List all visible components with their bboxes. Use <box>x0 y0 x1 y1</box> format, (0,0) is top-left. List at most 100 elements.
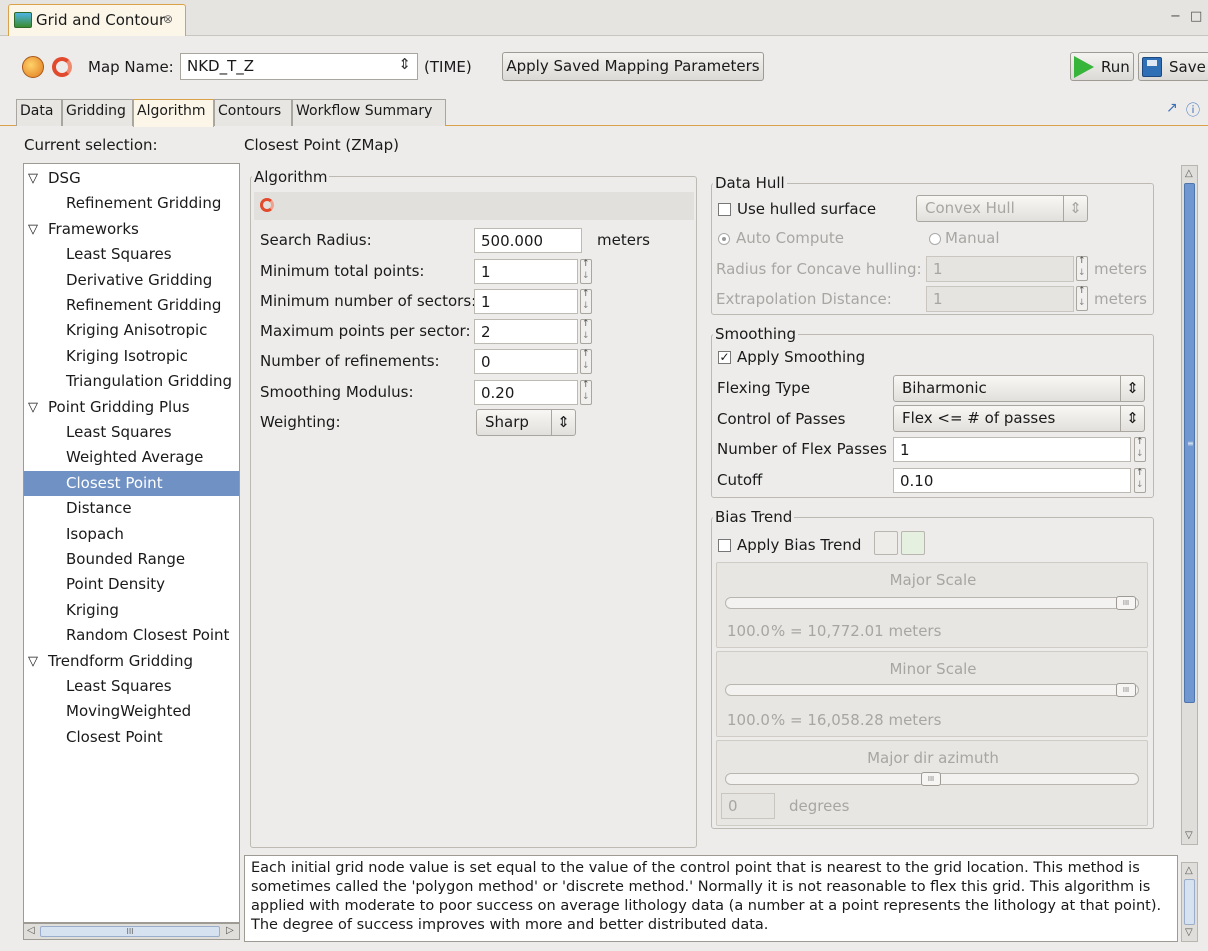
major-scale-slider[interactable]: III <box>725 596 1139 610</box>
tree-item[interactable]: Derivative Gridding <box>24 268 239 293</box>
smoothing-modulus-spinner[interactable] <box>580 380 592 405</box>
minor-scale-value[interactable]: 100.0 <box>721 708 770 734</box>
tree-category[interactable]: ▽ Trendform Gridding <box>24 649 239 674</box>
expand-toggle-icon[interactable]: ▽ <box>28 649 38 674</box>
panel-vertical-scrollbar[interactable]: △ ≡ ▽ <box>1181 165 1198 845</box>
cutoff-spinner[interactable] <box>1134 468 1146 493</box>
flexing-type-select[interactable]: Biharmonic ⇕ <box>893 375 1145 402</box>
auto-compute-radio[interactable] <box>718 233 730 245</box>
tab-algorithm[interactable]: Algorithm <box>133 99 214 127</box>
hull-type-select[interactable]: Convex Hull ⇕ <box>916 195 1088 222</box>
tree-item[interactable]: Closest Point <box>24 470 239 496</box>
weighting-select[interactable]: Sharp ⇕ <box>476 409 576 436</box>
map-name-combo[interactable]: NKD_T_Z ⇕ <box>180 53 418 80</box>
azimuth-slider[interactable]: III <box>725 772 1139 786</box>
scroll-thumb[interactable]: III <box>40 926 220 937</box>
extrapolation-spinner[interactable] <box>1076 286 1088 311</box>
tree-item[interactable]: Isopach <box>24 522 239 547</box>
current-selection-label: Current selection: <box>24 136 158 154</box>
scroll-left-icon[interactable]: ◁ <box>27 925 35 936</box>
expand-toggle-icon[interactable]: ▽ <box>28 217 38 242</box>
apply-smoothing-checkbox[interactable]: ✓ <box>718 351 731 364</box>
refinements-spinner[interactable] <box>580 349 592 374</box>
refresh-icon[interactable] <box>52 57 72 77</box>
search-radius-field[interactable]: 500.000 <box>474 228 582 253</box>
tab-workflow-summary[interactable]: Workflow Summary <box>292 99 446 126</box>
tab-contours[interactable]: Contours <box>214 99 292 126</box>
apply-saved-mapping-button[interactable]: Apply Saved Mapping Parameters <box>502 52 764 81</box>
flex-passes-field[interactable]: 1 <box>893 437 1131 462</box>
minimize-icon[interactable]: − <box>1170 9 1181 24</box>
azimuth-value[interactable]: 0 <box>721 793 775 819</box>
tree-item[interactable]: Bounded Range <box>24 547 239 572</box>
tree-item[interactable]: Point Density <box>24 572 239 597</box>
scroll-down-icon[interactable]: ▽ <box>1185 927 1193 938</box>
view-title: Grid and Contour <box>36 11 166 29</box>
tree-item[interactable]: Distance <box>24 496 239 521</box>
minor-scale-slider[interactable]: III <box>725 683 1139 697</box>
cutoff-field[interactable]: 0.10 <box>893 468 1131 493</box>
close-icon[interactable]: ⊗ <box>163 12 173 26</box>
extrapolation-field[interactable]: 1 <box>926 286 1074 312</box>
tree-category[interactable]: ▽ Point Gridding Plus <box>24 395 239 420</box>
flex-passes-spinner[interactable] <box>1134 437 1146 462</box>
trend-chart-icon[interactable] <box>901 531 925 555</box>
tree-item[interactable]: Least Squares <box>24 420 239 445</box>
max-per-sector-spinner[interactable] <box>580 319 592 344</box>
tree-horizontal-scrollbar[interactable]: ◁ III ▷ <box>23 923 240 940</box>
min-sectors-spinner[interactable] <box>580 289 592 314</box>
expand-toggle-icon[interactable]: ▽ <box>28 395 38 420</box>
control-passes-select[interactable]: Flex <= # of passes ⇕ <box>893 405 1145 432</box>
slider-handle[interactable]: III <box>921 772 941 786</box>
maximize-icon[interactable]: □ <box>1190 9 1202 24</box>
use-hulled-checkbox[interactable] <box>718 203 731 216</box>
tree-category[interactable]: ▽ Frameworks <box>24 217 239 242</box>
tree-item[interactable]: Least Squares <box>24 674 239 699</box>
tree-item[interactable]: Least Squares <box>24 242 239 267</box>
tree-item[interactable]: Kriging Isotropic <box>24 344 239 369</box>
concave-radius-field[interactable]: 1 <box>926 256 1074 282</box>
scroll-up-icon[interactable]: △ <box>1185 865 1193 876</box>
smoothing-modulus-field[interactable]: 0.20 <box>474 380 578 405</box>
scroll-right-icon[interactable]: ▷ <box>226 925 234 936</box>
max-per-sector-field[interactable]: 2 <box>474 319 578 344</box>
view-tab-grid-and-contour[interactable]: Grid and Contour ⊗ <box>8 4 186 36</box>
tree-item-label: Derivative Gridding <box>66 270 213 289</box>
run-button[interactable]: Run <box>1070 52 1134 81</box>
tree-item[interactable]: Refinement Gridding <box>24 293 239 318</box>
min-total-points-field[interactable]: 1 <box>474 259 578 284</box>
min-sectors-field[interactable]: 1 <box>474 289 578 314</box>
scroll-thumb[interactable]: ≡ <box>1184 183 1195 703</box>
tab-gridding[interactable]: Gridding <box>62 99 133 126</box>
reset-icon[interactable] <box>260 198 274 212</box>
scroll-down-icon[interactable]: ▽ <box>1185 830 1193 841</box>
scroll-thumb[interactable] <box>1184 879 1195 925</box>
description-scrollbar[interactable]: △ ▽ <box>1181 862 1198 942</box>
tree-item[interactable]: Weighted Average <box>24 445 239 470</box>
tree-item[interactable]: MovingWeighted <box>24 699 239 724</box>
settings-icon[interactable] <box>22 56 44 78</box>
min-total-points-spinner[interactable] <box>580 259 592 284</box>
tree-item[interactable]: Closest Point <box>24 725 239 750</box>
tree-item[interactable]: Random Closest Point <box>24 623 239 648</box>
manual-radio[interactable] <box>929 233 941 245</box>
scroll-up-icon[interactable]: △ <box>1185 168 1193 179</box>
tab-data[interactable]: Data <box>16 99 62 126</box>
slider-handle[interactable]: III <box>1116 596 1136 610</box>
tree-item-label: Trendform Gridding <box>48 651 193 670</box>
refinements-field[interactable]: 0 <box>474 349 578 374</box>
tree-item[interactable]: Triangulation Gridding <box>24 369 239 394</box>
trend-points-icon[interactable] <box>874 531 898 555</box>
major-scale-value[interactable]: 100.0 <box>721 619 770 645</box>
concave-radius-spinner[interactable] <box>1076 256 1088 281</box>
save-button[interactable]: Save <box>1138 52 1208 81</box>
help-icon[interactable]: ⓘ <box>1186 100 1200 120</box>
apply-bias-trend-checkbox[interactable] <box>718 539 731 552</box>
slider-handle[interactable]: III <box>1116 683 1136 697</box>
tree-category[interactable]: ▽ DSG <box>24 166 239 191</box>
expand-toggle-icon[interactable]: ▽ <box>28 166 38 191</box>
tree-item[interactable]: Kriging <box>24 598 239 623</box>
export-icon[interactable]: ↗ <box>1166 100 1178 116</box>
tree-item[interactable]: Refinement Gridding <box>24 191 239 216</box>
tree-item[interactable]: Kriging Anisotropic <box>24 318 239 343</box>
